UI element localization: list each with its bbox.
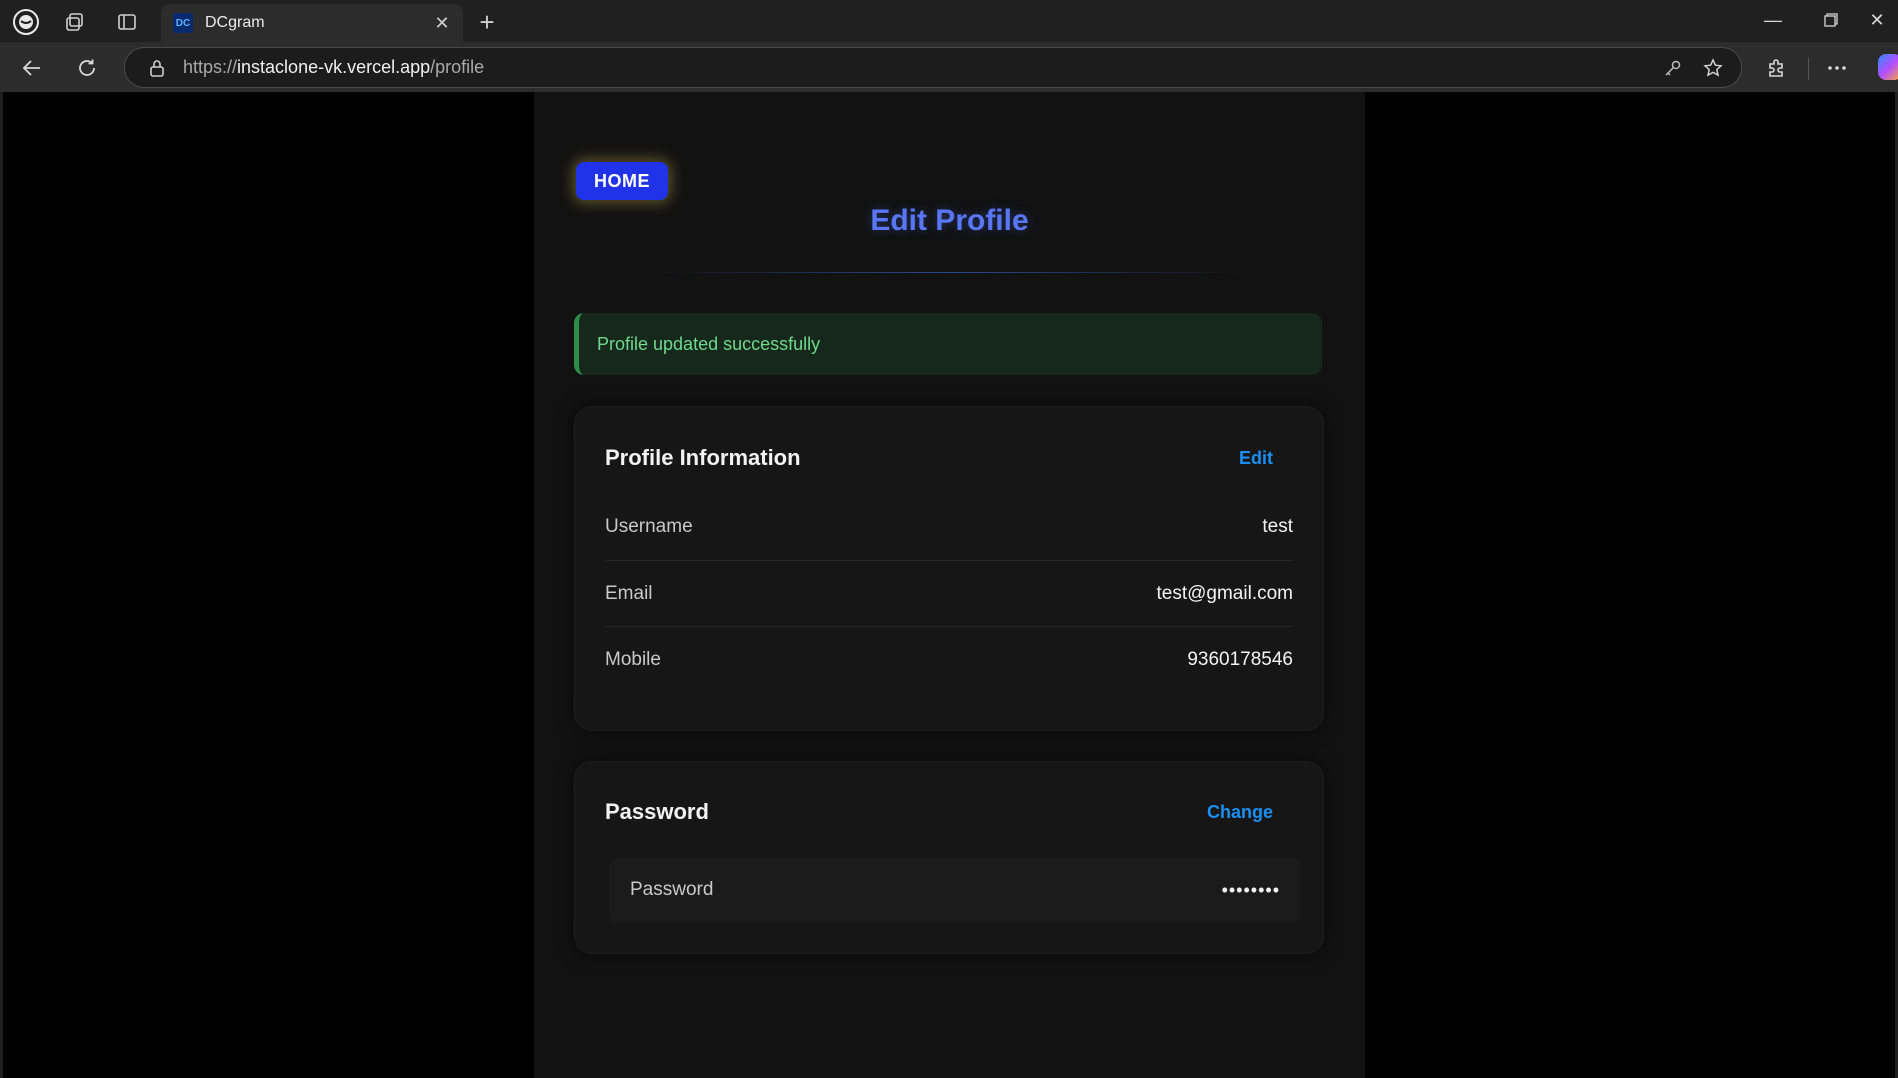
- url-text[interactable]: https://instaclone-vk.vercel.app/profile: [183, 57, 1653, 78]
- tab-title: DCgram: [205, 14, 265, 31]
- extensions-icon[interactable]: [1759, 50, 1795, 86]
- username-value: test: [1262, 516, 1293, 537]
- browser-tab[interactable]: DC DCgram ✕: [161, 4, 463, 42]
- success-alert: Profile updated successfully: [574, 313, 1322, 375]
- mobile-value: 9360178546: [1187, 649, 1293, 670]
- username-label: Username: [605, 516, 693, 537]
- password-key-icon[interactable]: [1653, 59, 1693, 77]
- address-bar[interactable]: https://instaclone-vk.vercel.app/profile: [124, 47, 1742, 88]
- edit-profile-link[interactable]: Edit: [1239, 448, 1273, 469]
- password-card: Password Change Password ••••••••: [574, 761, 1324, 954]
- new-tab-icon[interactable]: +: [470, 7, 504, 37]
- reload-icon[interactable]: [69, 50, 105, 86]
- password-header: Password Change: [605, 799, 1273, 825]
- copilot-icon[interactable]: [1878, 54, 1898, 80]
- url-scheme: https://: [183, 57, 238, 77]
- email-value: test@gmail.com: [1156, 583, 1294, 604]
- tab-favicon-icon: DC: [173, 13, 193, 33]
- browser-tab-bar: DC DCgram ✕ + — ✕: [0, 0, 1898, 42]
- change-password-link[interactable]: Change: [1207, 802, 1273, 823]
- profile-information-header: Profile Information Edit: [605, 445, 1273, 471]
- title-divider: [654, 272, 1244, 273]
- mobile-label: Mobile: [605, 649, 661, 670]
- close-window-icon[interactable]: ✕: [1856, 0, 1898, 40]
- password-masked-value: ••••••••: [1221, 879, 1280, 900]
- username-row: Username test: [605, 494, 1293, 560]
- page-title: Edit Profile: [870, 204, 1029, 237]
- url-host: instaclone-vk.vercel.app: [237, 57, 431, 77]
- password-title: Password: [605, 799, 709, 824]
- toolbar-separator: [1808, 58, 1809, 80]
- browser-toolbar: https://instaclone-vk.vercel.app/profile: [0, 42, 1898, 92]
- restore-icon[interactable]: [1802, 0, 1860, 40]
- password-row: Password ••••••••: [610, 858, 1300, 922]
- vertical-tabs-icon[interactable]: [110, 7, 144, 37]
- profile-information-card: Profile Information Edit Username test E…: [574, 406, 1324, 731]
- profile-information-title: Profile Information: [605, 445, 801, 470]
- lock-icon[interactable]: [145, 59, 169, 77]
- profile-column: HOME Edit Profile Profile updated succes…: [534, 92, 1365, 1078]
- password-label: Password: [630, 879, 714, 900]
- favorite-star-icon[interactable]: [1693, 57, 1733, 78]
- more-options-icon[interactable]: [1819, 50, 1855, 86]
- email-label: Email: [605, 583, 653, 604]
- url-path: /profile: [430, 57, 485, 77]
- page-viewport: HOME Edit Profile Profile updated succes…: [3, 92, 1895, 1078]
- tab-close-icon[interactable]: ✕: [429, 10, 455, 36]
- home-button[interactable]: HOME: [576, 162, 668, 200]
- minimize-icon[interactable]: —: [1744, 0, 1802, 40]
- browser-profile-icon[interactable]: [9, 7, 43, 37]
- email-row: Email test@gmail.com: [605, 560, 1293, 627]
- workspaces-icon[interactable]: [58, 7, 92, 37]
- back-arrow-icon[interactable]: [14, 50, 50, 86]
- mobile-row: Mobile 9360178546: [605, 626, 1293, 693]
